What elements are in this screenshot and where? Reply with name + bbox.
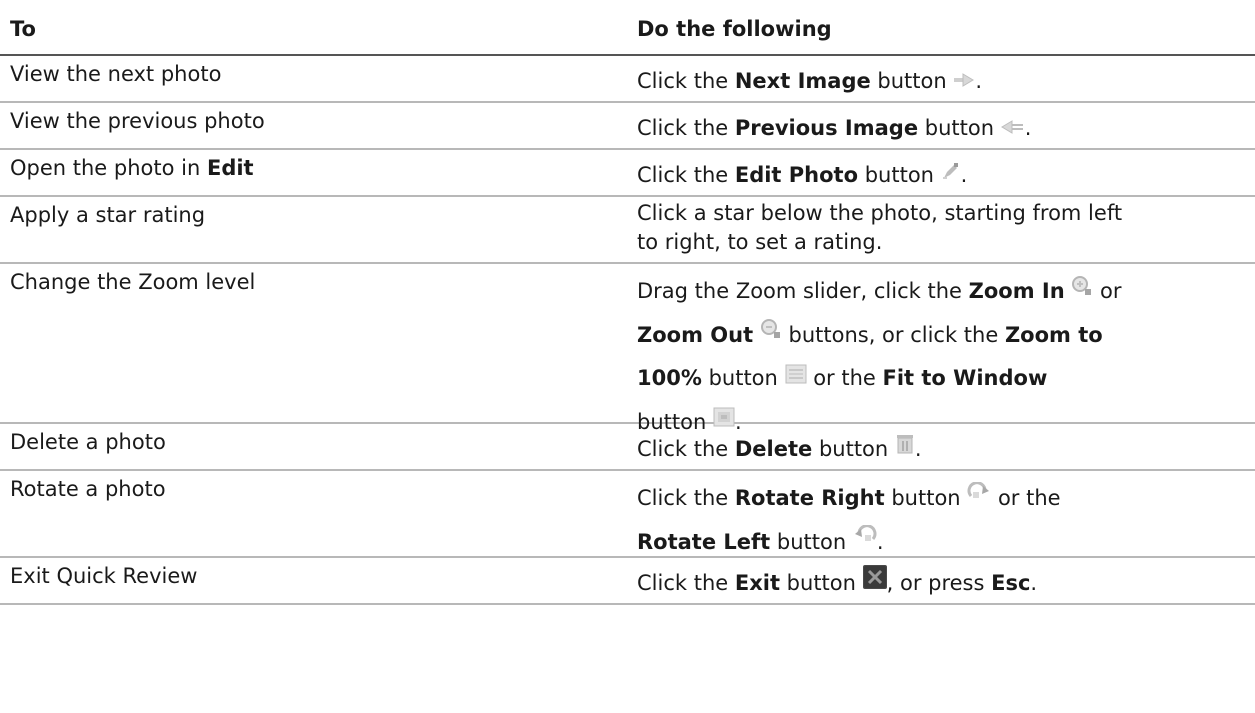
table-row: View the previous photo Click the Previou… [0,103,1255,150]
text-segment: . [960,163,968,187]
text-segment: or the [806,366,883,390]
text-segment [753,323,760,347]
bold-term: Edit [206,156,254,180]
text-segment: . [1030,571,1038,595]
text-segment: Click the [637,486,735,510]
header-to: To [10,17,36,41]
instruction-line: Click a star below the photo, starting f… [637,201,1123,225]
next-image-icon [953,64,975,97]
bold-term: Esc [991,571,1031,595]
table-row: Exit Quick Review Click the Exit button ,… [0,558,1255,605]
text-segment: . [1024,116,1032,140]
rotate-right-icon [967,476,991,519]
bold-term: Rotate Right [734,486,885,510]
instruction-line: Click the Rotate Right button or the [637,477,1237,521]
text-segment: button [812,437,895,461]
previous-image-icon [1000,111,1025,144]
text-segment: button [870,69,954,93]
instruction-cell: Click the Exit button , or press Esc. [637,565,1237,601]
zoom-in-icon [1071,269,1093,312]
task-cell: View the next photo [10,62,222,86]
instruction-cell: Click a star below the photo, starting f… [637,199,1237,257]
instruction-cell: Click the Delete button . [637,433,1237,467]
task-cell: Apply a star rating [10,203,206,227]
text-segment: Drag the Zoom slider, click the [637,279,969,303]
instruction-line: Drag the Zoom slider, click the Zoom In … [637,270,1237,314]
task-cell: Change the Zoom level [10,270,256,294]
instruction-cell: Click the Previous Image button . [637,112,1237,146]
text-segment: button [780,571,863,595]
text-segment: Click the [637,571,735,595]
table-row: Open the photo in Edit Click the Edit Pho… [0,150,1255,197]
zoom-out-icon [760,312,782,355]
text-segment: button [701,366,785,390]
header-do: Do the following [637,17,832,41]
table-body: View the next photo Click the Next Image … [0,56,1255,605]
task-cell: Open the photo in Edit [10,152,610,185]
table-row: Apply a star rating Click a star below th… [0,197,1255,264]
instructions-table: To Do the following View the next photo C… [0,0,1255,605]
text-segment: . [975,69,983,93]
text-segment: button [858,163,941,187]
bold-term: Zoom to [1004,322,1103,347]
instruction-line: Zoom Out buttons, or click the Zoom to [637,314,1237,358]
table-row: View the next photo Click the Next Image … [0,56,1255,103]
edit-photo-icon [941,158,961,191]
text-segment: Click the [637,69,735,93]
bold-term: Edit Photo [734,163,859,187]
bold-term: Fit to Window [882,366,1048,390]
text-segment: or [1093,279,1122,303]
bold-term: Next Image [734,69,871,93]
bold-term: Delete [734,437,813,461]
table-row: Change the Zoom level Drag the Zoom slide… [0,264,1255,434]
text-segment: or the [991,486,1061,510]
text-segment: , or press [886,571,992,595]
text-segment: button [884,486,968,510]
text-segment: Click the [637,116,735,140]
text-segment: . [876,529,884,554]
text-segment: buttons, or click the [781,322,1005,347]
text-segment: button [918,116,1001,140]
bold-term: 100% [637,366,702,390]
bold-term: Zoom In [968,279,1065,303]
bold-term: Rotate Left [637,529,771,554]
table-row: Delete a photo Click the Delete button . [0,424,1255,471]
delete-icon [895,432,915,465]
zoom-100-icon [785,356,807,399]
bold-term: Zoom Out [637,322,754,347]
text-segment: Open the photo in [10,156,207,180]
instruction-line: to right, to set a rating. [637,230,883,254]
text-segment [1065,279,1072,303]
instruction-line: 100% button or the Fit to Window [637,357,1237,401]
text-segment: . [914,437,922,461]
instruction-cell: Drag the Zoom slider, click the Zoom In … [637,270,1237,444]
instruction-cell: Click the Rotate Right button or the Rota… [637,477,1237,564]
text-segment: button [770,529,853,554]
task-cell: Delete a photo [10,430,166,454]
table-row: Rotate a photo Click the Rotate Right but… [0,471,1255,558]
instruction-cell: Click the Edit Photo button . [637,159,1237,193]
instruction-cell: Click the Next Image button . [637,65,1237,99]
bold-term: Exit [734,571,780,595]
rotate-left-icon [853,519,877,562]
task-cell: Rotate a photo [10,477,166,501]
table-header: To Do the following [0,0,1255,56]
bold-term: Previous Image [734,116,919,140]
exit-icon [862,565,887,599]
text-segment: Click the [637,163,735,187]
task-cell: Exit Quick Review [10,564,198,588]
task-cell: View the previous photo [10,109,265,133]
text-segment: Click the [637,437,735,461]
